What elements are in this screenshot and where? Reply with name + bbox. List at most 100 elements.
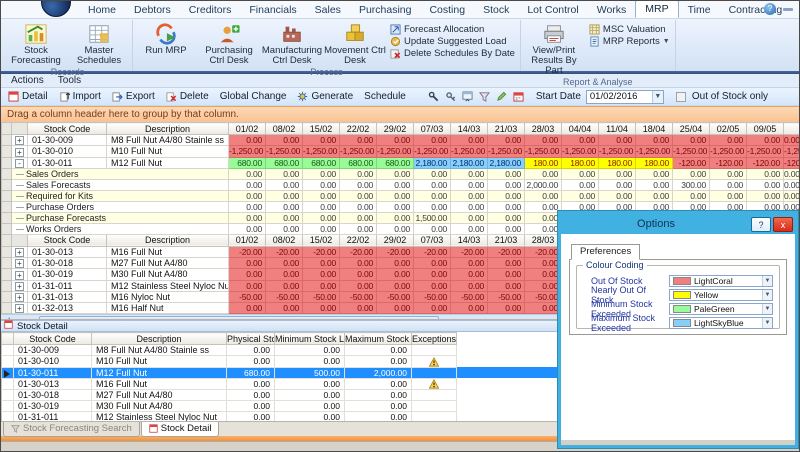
date-column-header[interactable]: 08/02 (266, 123, 303, 135)
forecast-cell[interactable]: -50.00 (229, 291, 266, 302)
link-icon[interactable] (426, 90, 441, 104)
edit-icon[interactable] (494, 90, 509, 104)
tab-preferences[interactable]: Preferences (571, 244, 640, 260)
forecast-cell[interactable]: 0.00 (340, 135, 377, 146)
forecast-cell[interactable]: -1,250.00 (525, 146, 562, 157)
ribbon-button-movement-ctrl-desk[interactable]: Movement Ctrl Desk (324, 21, 386, 66)
forecast-cell[interactable]: -50.00 (488, 291, 525, 302)
row-gutter[interactable] (2, 269, 12, 280)
options-dialog-titlebar[interactable]: Options ? x (561, 214, 795, 234)
forecast-cell[interactable]: 0.00 (340, 303, 377, 314)
forecast-cell[interactable]: 0.00 (414, 303, 451, 314)
detail-column-header[interactable]: Description (92, 333, 227, 345)
row-gutter[interactable] (2, 401, 14, 412)
forecast-cell[interactable]: 0.00 (673, 135, 710, 146)
forecast-cell[interactable]: -1,250.00 (488, 146, 525, 157)
forecast-cell[interactable]: 0.00 (266, 280, 303, 291)
ribbon-tab-debtors[interactable]: Debtors (125, 2, 180, 18)
forecast-cell[interactable]: -20.00 (229, 246, 266, 257)
forecast-cell[interactable]: 0.00 (377, 212, 414, 223)
row-gutter[interactable] (2, 280, 12, 291)
collapse-icon[interactable]: - (15, 159, 24, 168)
forecast-cell[interactable]: 0.00 (451, 258, 488, 269)
description-cell[interactable]: M16 Half Nut (107, 303, 229, 314)
ribbon-button-stock-forecasting[interactable]: Stock Forecasting (5, 21, 67, 66)
start-date-input[interactable]: 01/02/2016 ▼ (586, 90, 664, 104)
forecast-cell[interactable]: 180.00 (636, 157, 673, 168)
out-of-stock-checkbox[interactable] (676, 92, 686, 102)
detail-stock-code[interactable]: 01-30-009 (14, 345, 92, 356)
subrow-label[interactable]: Required for Kits (12, 190, 229, 201)
forecast-cell[interactable]: 0.00 (525, 168, 562, 179)
forecast-cell[interactable]: 0.00 (451, 135, 488, 146)
detail-description[interactable]: M27 Full Nut A4/80 (92, 390, 227, 401)
forecast-cell[interactable]: -1,250.00 (636, 146, 673, 157)
help-icon[interactable]: ? (764, 3, 776, 15)
forecast-cell[interactable]: 0.00 (229, 135, 266, 146)
row-gutter[interactable] (2, 157, 12, 168)
forecast-cell[interactable]: 0.00 (562, 168, 599, 179)
forecast-cell[interactable]: -50.00 (266, 291, 303, 302)
forecast-cell[interactable]: -50.00 (377, 291, 414, 302)
colour-select[interactable]: Yellow▼ (669, 289, 773, 301)
ribbon-button-mrp-reports[interactable]: MRP Reports▼ (586, 36, 673, 47)
forecast-cell[interactable]: -1,250.00 (377, 146, 414, 157)
forecast-cell[interactable]: -1,250.00 (340, 146, 377, 157)
forecast-cell[interactable]: 0.00 (266, 258, 303, 269)
expand-icon[interactable]: + (15, 293, 24, 302)
forecast-cell[interactable]: 0.00 (451, 212, 488, 223)
date-column-header[interactable]: 02/05 (710, 123, 747, 135)
ribbon-tab-works[interactable]: Works (588, 2, 636, 18)
forecast-cell[interactable]: 0.00 (303, 168, 340, 179)
forecast-cell[interactable]: 0.00 (525, 223, 562, 234)
date-column-header[interactable]: 22/02 (340, 234, 377, 246)
forecast-cell[interactable]: 0.00 (636, 179, 673, 190)
ribbon-button-view-print-results-by-part[interactable]: View/Print Results By Part (523, 21, 585, 76)
forecast-cell[interactable]: 0.00 (414, 258, 451, 269)
detail-column-header[interactable]: Stock Code (14, 333, 92, 345)
forecast-cell[interactable]: 0.00 (525, 201, 562, 212)
expand-icon[interactable]: + (15, 271, 24, 280)
application-orb-button[interactable] (41, 0, 71, 17)
forecast-cell[interactable]: 0.00 (488, 190, 525, 201)
forecast-cell[interactable]: 0.00 (525, 258, 562, 269)
forecast-cell[interactable]: 0.00 (340, 269, 377, 280)
forecast-cell[interactable]: -50.00 (414, 291, 451, 302)
detail-stock-code[interactable]: 01-30-013 (14, 378, 92, 390)
ribbon-button-forecast-allocation[interactable]: Forecast Allocation (387, 24, 518, 35)
forecast-cell[interactable]: 0.00 (599, 179, 636, 190)
forecast-cell[interactable]: 0.00 (377, 179, 414, 190)
forecast-cell[interactable]: 0.00 (488, 212, 525, 223)
column-header-description[interactable]: Description (107, 123, 229, 135)
row-gutter[interactable] (2, 356, 14, 368)
forecast-cell[interactable]: 0.00 (599, 168, 636, 179)
subrow-label[interactable]: Works Orders (12, 223, 229, 234)
ribbon-tab-stock[interactable]: Stock (474, 2, 518, 18)
stock-code-cell[interactable]: 01-30-010 (28, 146, 107, 157)
detail-description[interactable]: M30 Full Nut A4/80 (92, 401, 227, 412)
ribbon-tab-home[interactable]: Home (79, 2, 125, 18)
forecast-cell[interactable]: 0.00 (303, 280, 340, 291)
stock-code-cell[interactable]: 01-32-013 (28, 303, 107, 314)
forecast-cell[interactable]: 0.00 (673, 190, 710, 201)
forecast-cell[interactable]: 0.00 (451, 280, 488, 291)
date-column-header[interactable]: 07/03 (414, 123, 451, 135)
stock-code-cell[interactable]: 01-31-013 (28, 291, 107, 302)
column-header-stock-code[interactable]: Stock Code (28, 234, 107, 246)
forecast-cell[interactable]: -50.00 (451, 291, 488, 302)
forecast-cell[interactable]: 0.00 (229, 168, 266, 179)
detail-description[interactable]: M16 Full Nut (92, 378, 227, 390)
ribbon-button-run-mrp[interactable]: Run MRP (135, 21, 197, 56)
forecast-cell[interactable]: 0.00 (562, 179, 599, 190)
toolbar-button-delete[interactable]: Delete (163, 90, 215, 103)
description-cell[interactable]: M8 Full Nut A4/80 Stainle ss (107, 135, 229, 146)
dialog-help-button[interactable]: ? (751, 217, 771, 232)
forecast-cell[interactable]: 0.00 (525, 269, 562, 280)
forecast-cell[interactable]: 0.00 (303, 190, 340, 201)
row-gutter[interactable] (2, 390, 14, 401)
date-column-header[interactable]: 21/03 (488, 234, 525, 246)
detail-stock-code[interactable]: 01-30-011 (14, 367, 92, 378)
forecast-cell[interactable]: 0.00 (488, 135, 525, 146)
detail-stock-code[interactable]: 01-30-018 (14, 390, 92, 401)
forecast-cell[interactable]: -20.00 (488, 246, 525, 257)
